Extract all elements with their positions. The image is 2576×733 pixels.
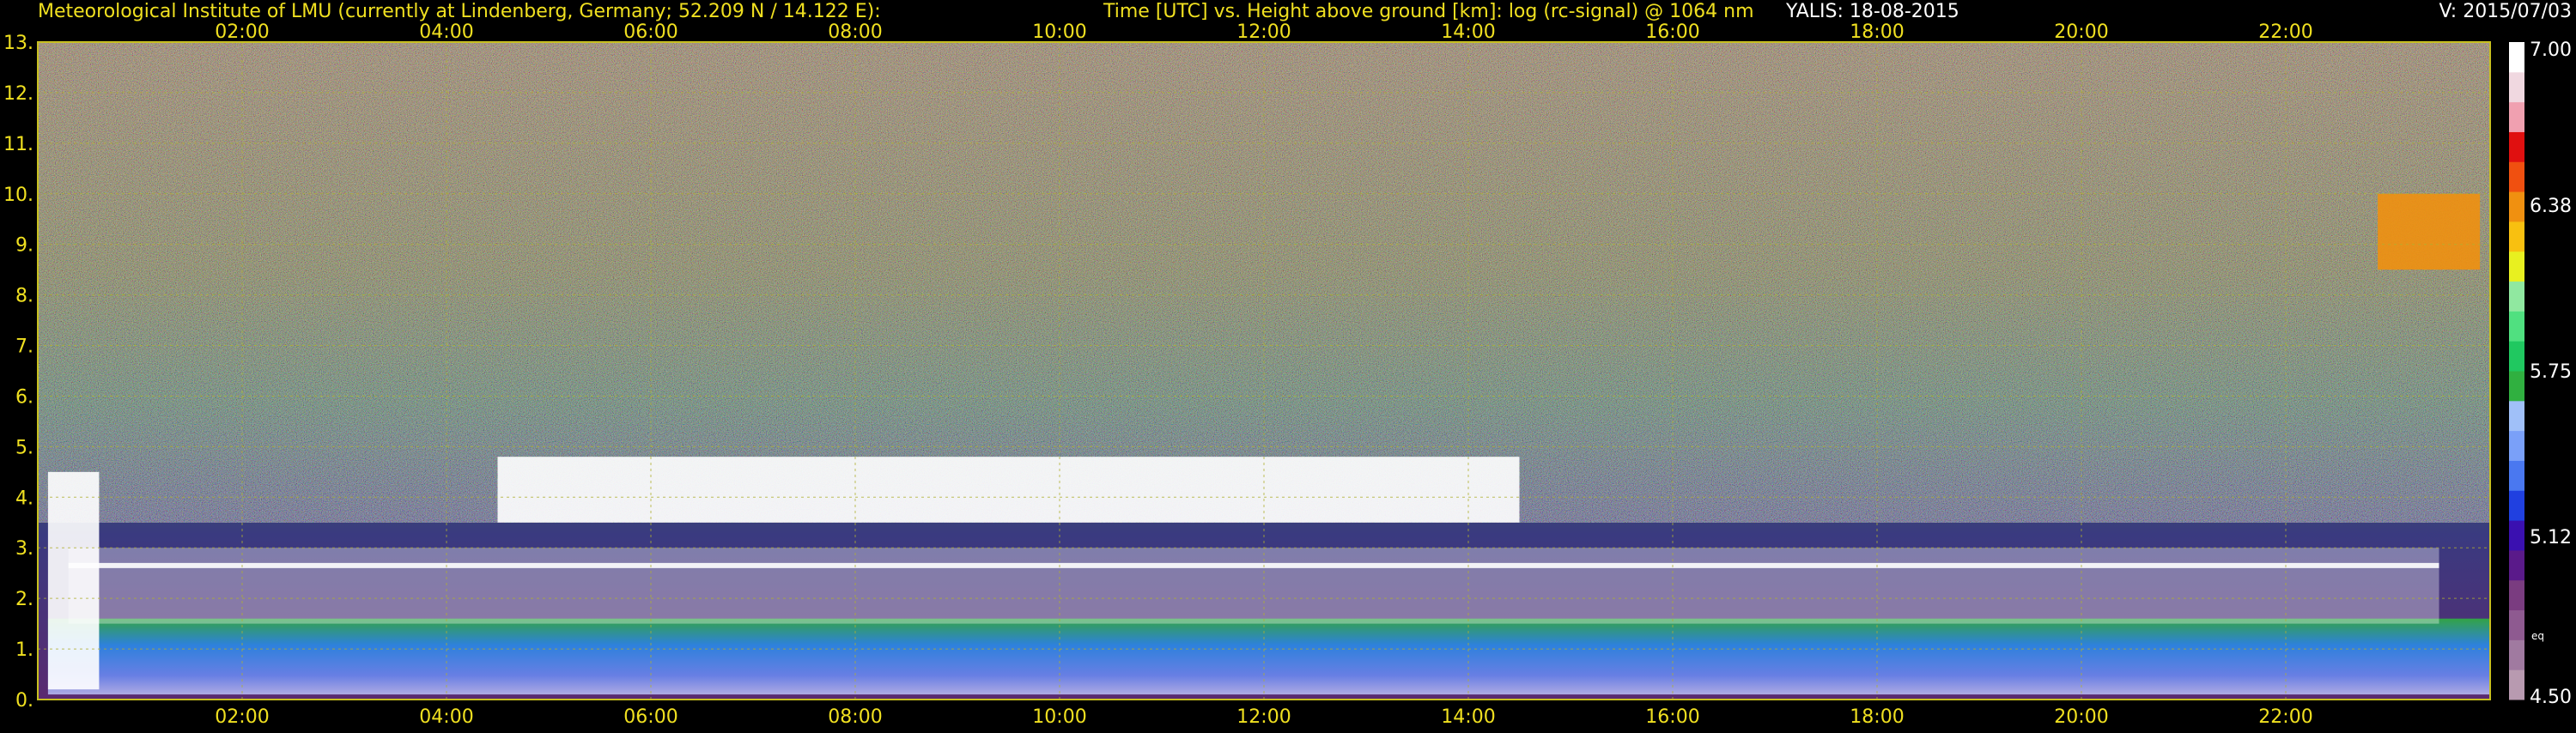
colorbar-tick-label: 5.12 (2530, 527, 2572, 548)
y-tick-label: 12. (3, 83, 33, 105)
colorbar-segment (2509, 101, 2524, 132)
x-tick-label-bottom: 22:00 (2258, 706, 2312, 728)
colorbar-segment (2509, 371, 2524, 402)
x-tick-label-bottom: 20:00 (2054, 706, 2108, 728)
colorbar-segment (2509, 490, 2524, 521)
x-tick-label-bottom: 16:00 (1645, 706, 1699, 728)
x-tick-label-top: 22:00 (2258, 21, 2312, 43)
colorbar-segment (2509, 520, 2524, 551)
x-tick-label-top: 20:00 (2054, 21, 2108, 43)
header-version: V: 2015/07/03 (2439, 1, 2572, 22)
x-tick-label-bottom: 14:00 (1441, 706, 1495, 728)
colorbar-segment (2509, 281, 2524, 312)
colorbar-note: eq (2531, 630, 2544, 642)
y-tick-label: 8. (15, 286, 33, 307)
y-tick-label: 11. (3, 134, 33, 155)
colorbar-segment (2509, 311, 2524, 342)
x-axis-top: 02:00 04:00 06:00 08:00 10:00 12:00 14:00 16:00… (215, 21, 2312, 43)
x-tick-label-top: 16:00 (1645, 21, 1699, 43)
colorbar-segment (2509, 460, 2524, 491)
y-tick-label: 0. (15, 690, 33, 712)
colorbar-segment (2509, 71, 2524, 103)
colorbar-segment (2509, 609, 2524, 640)
x-tick-label-bottom: 06:00 (623, 706, 677, 728)
x-tick-label-top: 10:00 (1032, 21, 1086, 43)
x-tick-label-top: 08:00 (828, 21, 882, 43)
lidar-chart-svg: Meteorological Institute of LMU (current… (3, 1, 2572, 728)
y-tick-label: 7. (15, 336, 33, 358)
colorbar-segment (2509, 131, 2524, 162)
x-tick-label-top: 14:00 (1441, 21, 1495, 43)
x-tick-label-top: 18:00 (1850, 21, 1904, 43)
y-axis: 0. 1. 2. 3. 4. 5. 6. 7. 8. 9. 10. 11. 12. 13. (3, 33, 33, 712)
x-tick-label-top: 04:00 (419, 21, 473, 43)
feature-aerosol-layer-top-cloud-base (68, 548, 2439, 624)
x-tick-label-bottom: 02:00 (215, 706, 269, 728)
y-tick-label: 2. (15, 589, 33, 610)
header-institute: Meteorological Institute of LMU (current… (38, 1, 881, 22)
colorbar-segment (2509, 251, 2524, 282)
colorbar-tick-label: 5.75 (2530, 361, 2572, 383)
x-tick-label-bottom: 12:00 (1236, 706, 1291, 728)
colorbar-segment (2509, 430, 2524, 461)
feature-early-morning-low-cloud (47, 471, 100, 690)
x-tick-label-bottom: 08:00 (828, 706, 882, 728)
x-tick-label-bottom: 10:00 (1032, 706, 1086, 728)
colorbar-tick-label: 7.00 (2530, 39, 2572, 61)
colorbar-segment (2509, 669, 2524, 700)
colorbar-segment (2509, 221, 2524, 252)
header-instrument-date: YALIS: 18-08-2015 (1785, 1, 1959, 22)
x-tick-label-bottom: 18:00 (1850, 706, 1904, 728)
x-tick-label-top: 12:00 (1236, 21, 1291, 43)
x-tick-label-bottom: 04:00 (419, 706, 473, 728)
colorbar-segment (2509, 400, 2524, 432)
colorbar-segment (2509, 42, 2524, 73)
feature-cirrus (2378, 193, 2481, 270)
x-axis-bottom: 02:00 04:00 06:00 08:00 10:00 12:00 14:00 16:00… (215, 706, 2312, 728)
colorbar-tick-label: 4.50 (2530, 687, 2572, 708)
colorbar-segment (2509, 341, 2524, 372)
colorbar: 7.00 6.38 5.75 5.12 4.50 eq (2509, 39, 2572, 708)
colorbar-segment (2509, 549, 2524, 581)
colorbar-segment (2509, 191, 2524, 222)
x-tick-label-top: 02:00 (215, 21, 269, 43)
y-tick-label: 4. (15, 488, 33, 509)
y-tick-label: 3. (15, 538, 33, 560)
colorbar-tick-label: 6.38 (2530, 196, 2572, 217)
lidar-figure: Meteorological Institute of LMU (current… (0, 0, 2576, 730)
feature-boundary-layer-aerosol (47, 618, 2490, 695)
y-tick-label: 5. (15, 437, 33, 458)
y-tick-label: 6. (15, 386, 33, 408)
colorbar-segment (2509, 579, 2524, 611)
y-tick-label: 1. (15, 639, 33, 661)
y-tick-label: 10. (3, 185, 33, 206)
x-tick-label-top: 06:00 (623, 21, 677, 43)
colorbar-segment (2509, 161, 2524, 192)
y-tick-label: 13. (3, 33, 33, 54)
header-plot-description: Time [UTC] vs. Height above ground [km]:… (1103, 1, 1754, 22)
y-tick-label: 9. (15, 235, 33, 257)
colorbar-segment (2509, 639, 2524, 670)
